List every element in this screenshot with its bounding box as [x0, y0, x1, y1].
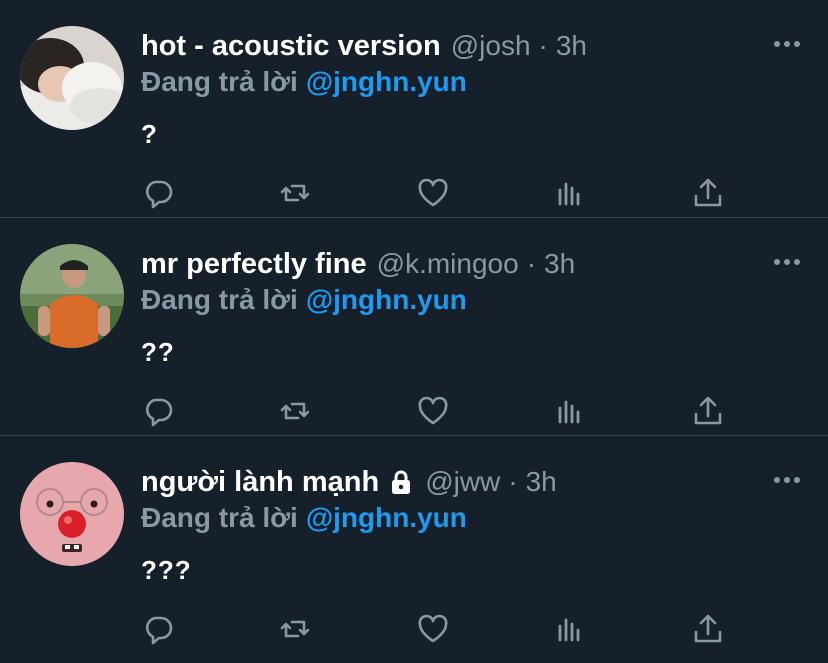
action-bar — [141, 176, 741, 212]
tweet-header: người lành mạnh @jww · 3h — [141, 464, 557, 500]
analytics-icon[interactable] — [553, 612, 587, 646]
reply-icon[interactable] — [141, 176, 175, 210]
analytics-icon[interactable] — [553, 394, 587, 428]
display-name[interactable]: người lành mạnh — [141, 466, 379, 499]
like-icon[interactable] — [416, 394, 450, 428]
replying-to: Đang trả lời @jnghn.yun — [141, 284, 467, 316]
reply-icon[interactable] — [141, 612, 175, 646]
share-icon[interactable] — [691, 394, 725, 428]
tweet-header: mr perfectly fine @k.mingoo · 3h — [141, 246, 575, 282]
retweet-icon[interactable] — [278, 394, 312, 428]
tweet-text: ? — [141, 119, 158, 149]
replying-to-user-link[interactable]: @jnghn.yun — [306, 66, 467, 97]
replying-to-user-link[interactable]: @jnghn.yun — [306, 284, 467, 315]
avatar[interactable] — [20, 462, 124, 566]
replying-to-label: Đang trả lời — [141, 284, 298, 315]
reply-icon[interactable] — [141, 394, 175, 428]
timestamp[interactable]: 3h — [526, 466, 557, 498]
analytics-icon[interactable] — [553, 176, 587, 210]
handle[interactable]: @k.mingoo — [377, 248, 519, 280]
display-name[interactable]: hot - acoustic version — [141, 30, 441, 63]
handle[interactable]: @jww — [425, 466, 500, 498]
tweet-header: hot - acoustic version @josh · 3h — [141, 28, 587, 64]
replying-to: Đang trả lời @jnghn.yun — [141, 66, 467, 98]
more-options-icon[interactable] — [772, 36, 802, 52]
tweet[interactable]: hot - acoustic version @josh · 3h Đang t… — [0, 0, 828, 218]
display-name[interactable]: mr perfectly fine — [141, 248, 367, 281]
tweet-text: ??? — [141, 555, 192, 585]
separator-dot: · — [508, 466, 518, 497]
action-bar — [141, 394, 741, 430]
avatar-image — [20, 26, 124, 130]
separator-dot: · — [538, 30, 548, 61]
handle[interactable]: @josh — [451, 30, 531, 62]
retweet-icon[interactable] — [278, 176, 312, 210]
lock-icon — [387, 468, 415, 496]
separator-dot: · — [526, 248, 537, 279]
replying-to-user-link[interactable]: @jnghn.yun — [306, 502, 467, 533]
avatar-image — [20, 462, 124, 566]
more-options-icon[interactable] — [772, 254, 802, 270]
avatar[interactable] — [20, 244, 124, 348]
share-icon[interactable] — [691, 612, 725, 646]
avatar[interactable] — [20, 26, 124, 130]
tweet-feed: hot - acoustic version @josh · 3h Đang t… — [0, 0, 828, 663]
retweet-icon[interactable] — [278, 612, 312, 646]
action-bar — [141, 612, 741, 648]
tweet-text: ?? — [141, 337, 175, 367]
share-icon[interactable] — [691, 176, 725, 210]
tweet[interactable]: người lành mạnh @jww · 3h Đang trả lời @j… — [0, 436, 828, 663]
timestamp[interactable]: 3h — [544, 248, 575, 280]
replying-to-label: Đang trả lời — [141, 502, 298, 533]
more-options-icon[interactable] — [772, 472, 802, 488]
avatar-image — [20, 244, 124, 348]
like-icon[interactable] — [416, 612, 450, 646]
timestamp[interactable]: 3h — [556, 30, 587, 62]
replying-to-label: Đang trả lời — [141, 66, 298, 97]
replying-to: Đang trả lời @jnghn.yun — [141, 502, 467, 534]
tweet[interactable]: mr perfectly fine @k.mingoo · 3h Đang tr… — [0, 218, 828, 436]
like-icon[interactable] — [416, 176, 450, 210]
